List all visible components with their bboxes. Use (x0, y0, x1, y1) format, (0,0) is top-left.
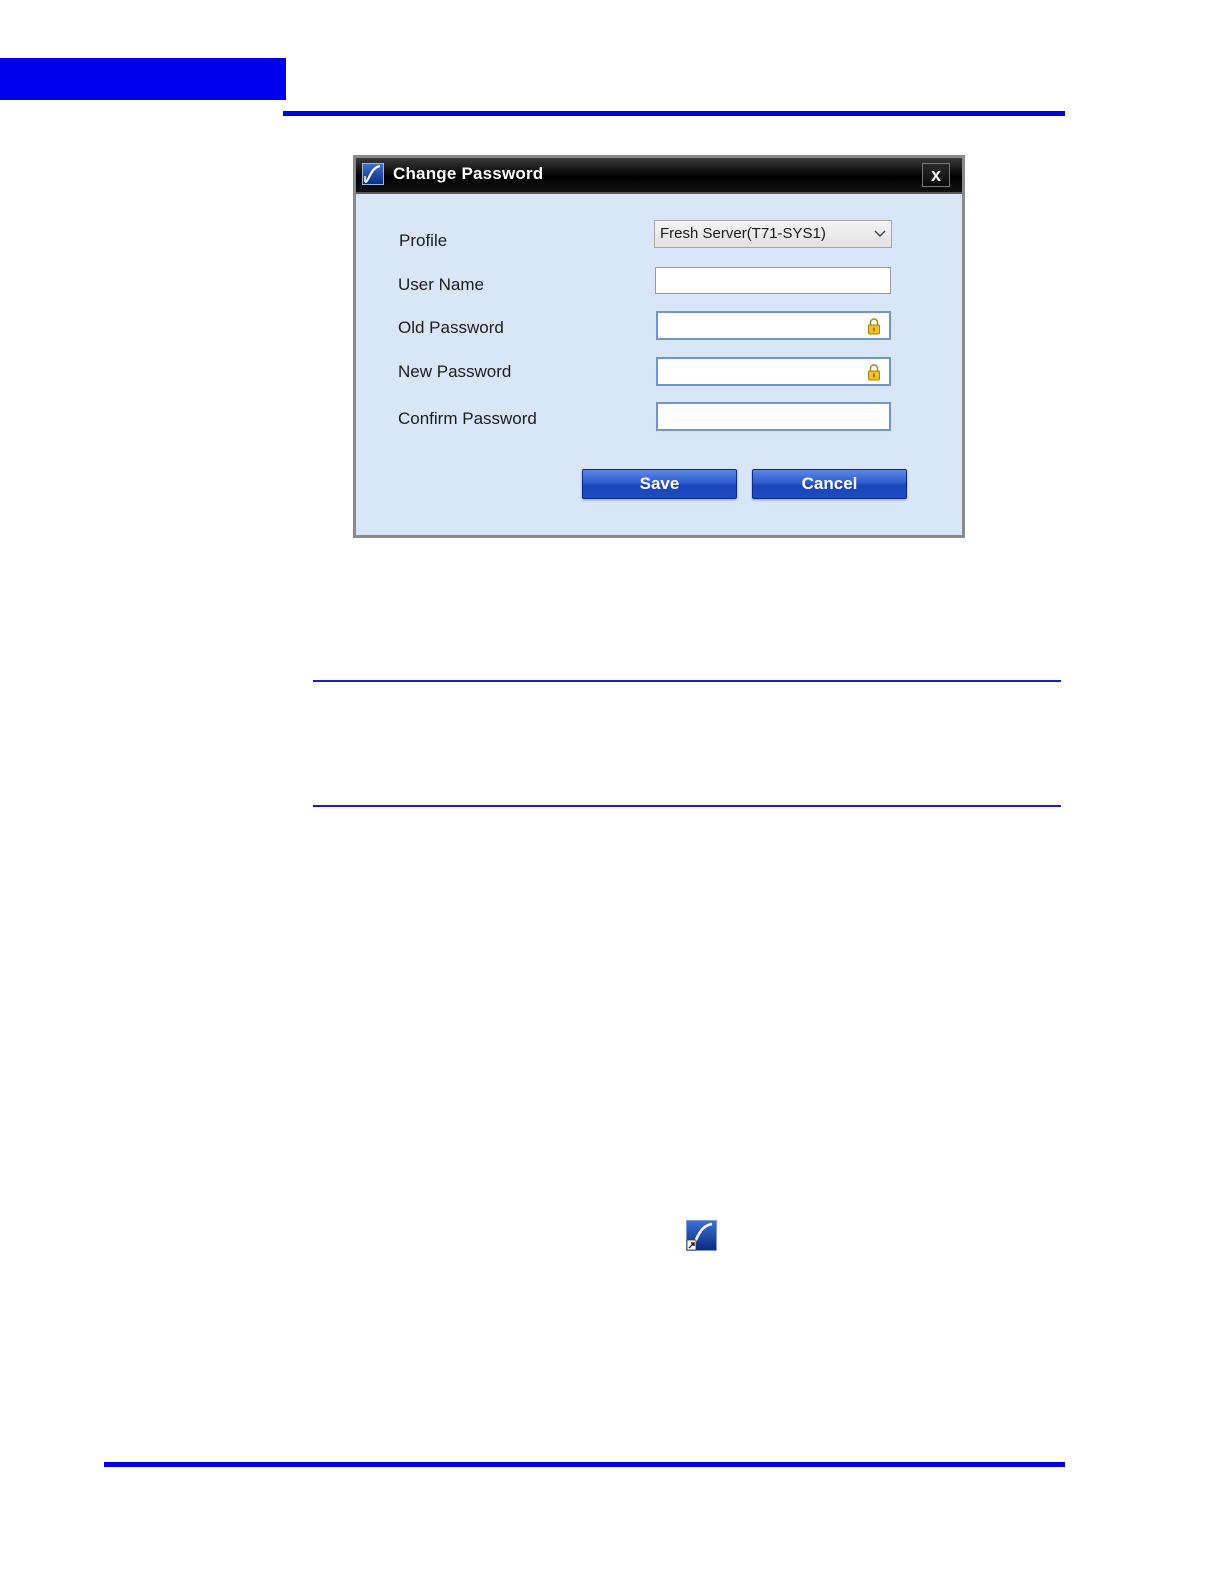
user-name-field[interactable] (655, 267, 891, 294)
chevron-down-icon (874, 230, 886, 237)
app-logo-icon (362, 163, 384, 185)
chapter-tab (0, 58, 286, 100)
footer-rule (104, 1462, 1065, 1467)
close-button[interactable]: x (922, 163, 950, 187)
new-password-label: New Password (398, 362, 512, 381)
old-password-label: Old Password (398, 318, 504, 337)
confirm-password-field[interactable] (656, 402, 891, 431)
profile-label: Profile (399, 231, 448, 250)
app-shortcut-icon (686, 1220, 717, 1251)
dialog-title: Change Password (393, 164, 544, 183)
dialog-titlebar[interactable]: Change Password x (356, 158, 962, 194)
confirm-password-label: Confirm Password (398, 409, 537, 428)
user-name-label: User Name (398, 275, 484, 294)
close-icon: x (930, 165, 941, 185)
old-password-field[interactable] (656, 311, 891, 340)
profile-select[interactable]: Fresh Server(T71-SYS1) (654, 220, 892, 248)
note-top-rule (313, 680, 1061, 682)
new-password-field[interactable] (656, 357, 891, 386)
profile-selected-value: Fresh Server(T71-SYS1) (660, 225, 826, 242)
cancel-button[interactable]: Cancel (752, 469, 907, 499)
change-password-dialog: Change Password x Profile Fresh Server(T… (353, 155, 965, 538)
note-bottom-rule (313, 805, 1061, 807)
header-rule (283, 111, 1065, 116)
save-button[interactable]: Save (582, 469, 737, 499)
lock-icon (868, 318, 880, 335)
lock-icon (868, 364, 880, 381)
